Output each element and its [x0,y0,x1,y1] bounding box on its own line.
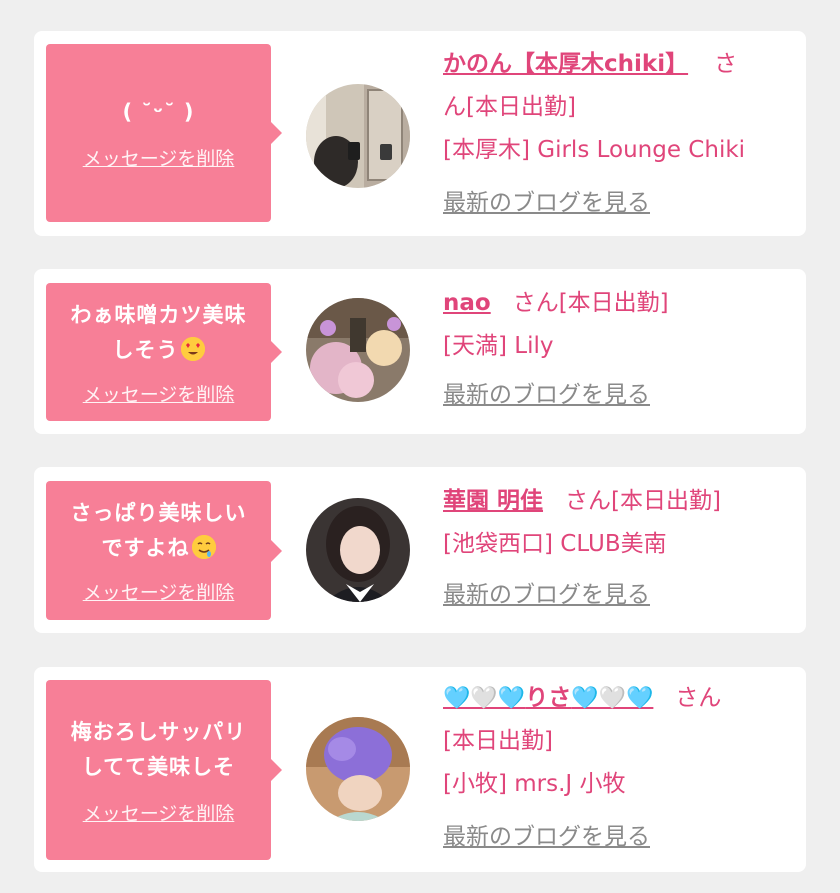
message-card: 梅おろしサッパリ してて美味しそ メッセージを削除 🩵🤍🩵りさ🩵🤍🩵 さん [本日… [34,667,806,872]
shop-name: [小牧] mrs.J 小牧 [443,771,626,797]
cast-info: 🩵🤍🩵りさ🩵🤍🩵 さん [本日出勤] [小牧] mrs.J 小牧 最新のブログを見… [443,677,793,859]
delete-message-link[interactable]: メッセージを削除 [83,799,235,826]
avatar[interactable] [306,717,410,821]
cast-info: かのん【本厚木chiki】さ ん[本日出勤] [本厚木] Girls Loung… [443,43,793,225]
honorific: さん [675,685,722,711]
honorific: さん[本日出勤] [565,488,721,514]
cast-name-link[interactable]: 🩵🤍🩵りさ🩵🤍🩵 [443,685,653,711]
delete-message-link[interactable]: メッセージを削除 [83,380,235,407]
cast-info: nao さん[本日出勤] [天満] Lily 最新のブログを見る [443,282,793,417]
message-card: ( ˘ᵕ˘ ) メッセージを削除 かのん【本厚木chiki】さ ん[本日出勤] … [34,31,806,236]
honorific: さ [714,51,738,77]
cast-name-link[interactable]: 華園 明佳 [443,488,543,514]
shop-name: [天満] Lily [443,333,554,359]
delete-message-link[interactable]: メッセージを削除 [83,144,235,171]
mirror-selfie-photo-icon [306,84,410,188]
latest-blog-link[interactable]: 最新のブログを見る [443,816,793,859]
shop-name: [本厚木] Girls Lounge Chiki [443,137,746,163]
latest-blog-link[interactable]: 最新のブログを見る [443,374,793,417]
avatar[interactable] [306,298,410,402]
cast-info: 華園 明佳 さん[本日出勤] [池袋西口] CLUB美南 最新のブログを見る [443,480,793,617]
message-bubble: ( ˘ᵕ˘ ) メッセージを削除 [46,44,282,222]
drooling-face-emoji-icon [191,535,216,559]
heart-emojis-icon: 🩵🤍🩵 [443,686,526,711]
message-bubble: さっぱり美味しい ですよね メッセージを削除 [46,481,282,620]
message-text: さっぱり美味しい ですよね [70,501,247,560]
cast-name-link[interactable]: かのん【本厚木chiki】 [443,51,688,77]
honorific: さん[本日出勤] [512,290,669,316]
message-card: わぁ味噌カツ美味 しそう メッセージを削除 nao さん[本日出勤] [天満] L… [34,269,806,434]
message-text: ( ˘ᵕ˘ ) [122,100,195,124]
flowers-photo-icon [306,298,410,402]
avatar[interactable] [306,84,410,188]
attendance-status: [本日出勤] [443,728,553,754]
heart-emojis-icon: 🩵🤍🩵 [571,686,654,711]
latest-blog-link[interactable]: 最新のブログを見る [443,182,793,225]
message-bubble: 梅おろしサッパリ してて美味しそ メッセージを削除 [46,680,282,860]
avatar[interactable] [306,498,410,602]
latest-blog-link[interactable]: 最新のブログを見る [443,574,793,617]
message-card: さっぱり美味しい ですよね メッセージを削除 華園 明佳 さん[本日出勤] [池袋… [34,467,806,633]
cast-name-link[interactable]: nao [443,290,491,316]
message-text: わぁ味噌カツ美味 しそう [70,302,247,362]
message-text: 梅おろしサッパリ してて美味しそ [70,719,247,779]
purple-blur-portrait-photo-icon [306,717,410,821]
attendance-status: ん[本日出勤] [443,94,576,120]
heart-eyes-emoji-icon [180,336,205,361]
delete-message-link[interactable]: メッセージを削除 [83,578,235,605]
shop-name: [池袋西口] CLUB美南 [443,531,667,557]
portrait-photo-icon [306,498,410,602]
message-bubble: わぁ味噌カツ美味 しそう メッセージを削除 [46,283,282,421]
